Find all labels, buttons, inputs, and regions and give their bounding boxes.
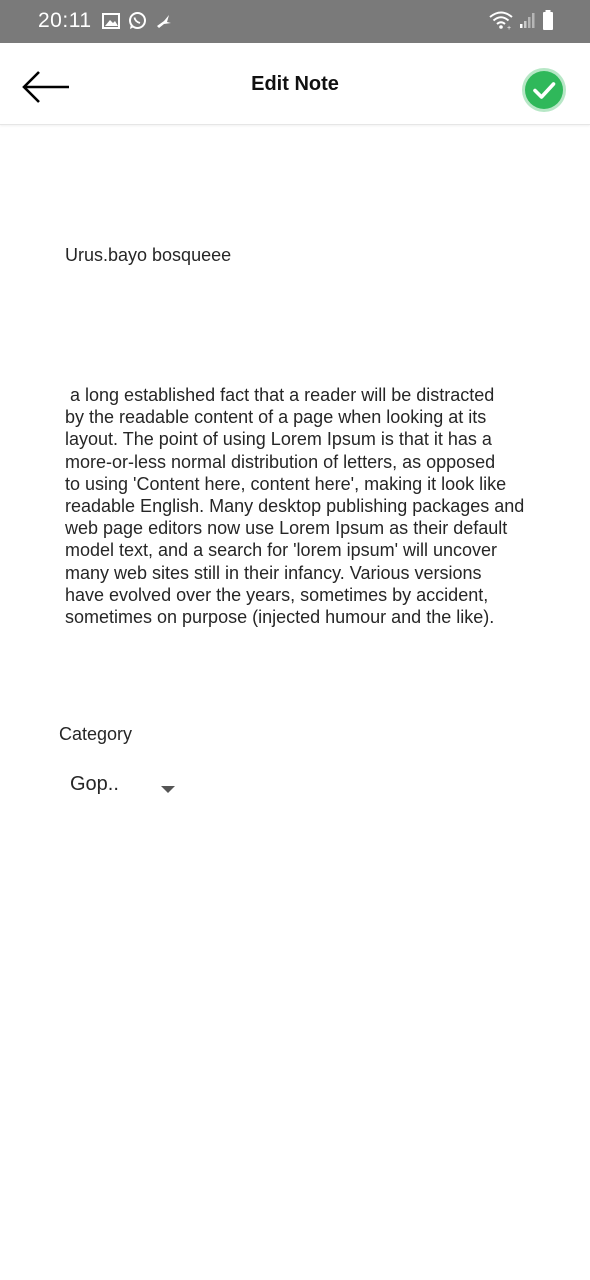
category-label: Category (59, 724, 133, 744)
check-circle-icon (525, 82, 563, 113)
category-dropdown[interactable]: Gop.. (70, 771, 180, 799)
bird-icon (155, 13, 173, 34)
wifi-icon: + (488, 10, 514, 35)
gallery-icon (102, 12, 120, 34)
status-system-icons: + (488, 10, 554, 35)
page-title: Edit Note (251, 73, 339, 95)
arrow-left-icon (18, 71, 74, 111)
save-button[interactable] (525, 71, 563, 109)
status-bar: 20:11 + (0, 0, 590, 43)
whatsapp-icon (128, 11, 147, 35)
app-bar: Edit Note (0, 43, 590, 125)
note-title-input[interactable]: Urus.bayo bosqueee (65, 245, 231, 266)
category-selected-value: Gop.. (70, 773, 119, 795)
status-time: 20:11 (38, 9, 92, 32)
svg-text:+: + (507, 25, 511, 30)
note-body-input[interactable]: a long established fact that a reader wi… (65, 384, 565, 628)
battery-icon (542, 10, 554, 35)
dropdown-arrow-icon (161, 781, 175, 799)
signal-icon (519, 11, 537, 34)
status-notification-icons (102, 11, 173, 35)
